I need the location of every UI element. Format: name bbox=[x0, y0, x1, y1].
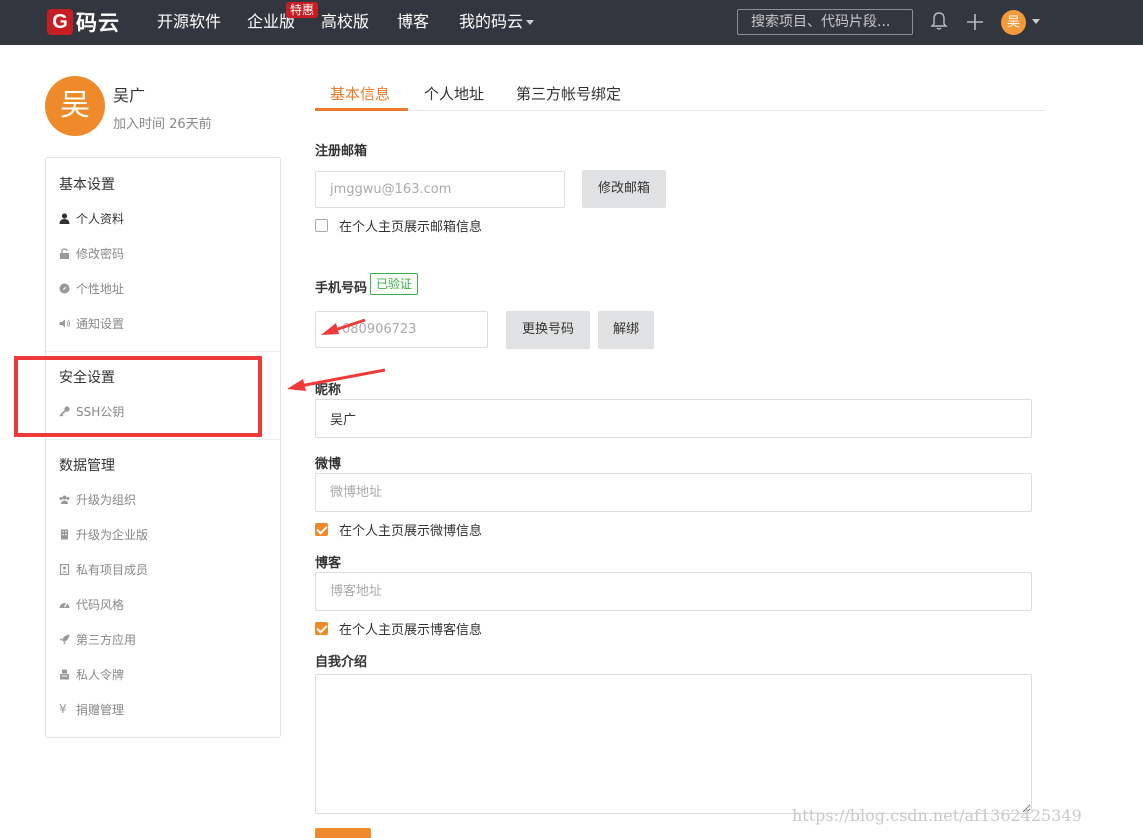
sidebar-item-label: 个性地址 bbox=[76, 281, 125, 296]
id-card-icon bbox=[59, 563, 70, 575]
logo[interactable]: G 码云 bbox=[47, 9, 120, 35]
sidebar-item-upgrade-enterprise[interactable]: 升级为企业版 bbox=[59, 526, 148, 542]
annotation-highlight-box bbox=[14, 356, 262, 437]
sidebar-item-private-members[interactable]: 私有项目成员 bbox=[59, 561, 148, 577]
sidebar-item-label: 通知设置 bbox=[76, 316, 125, 331]
intro-textarea[interactable] bbox=[315, 674, 1032, 814]
sidebar-divider bbox=[46, 439, 280, 440]
nav-open-source[interactable]: 开源软件 bbox=[157, 11, 221, 33]
volume-icon bbox=[59, 319, 70, 327]
tab-third-party-binding[interactable]: 第三方帐号绑定 bbox=[516, 83, 621, 104]
tab-personal-url[interactable]: 个人地址 bbox=[424, 83, 484, 104]
sidebar-item-label: 捐赠管理 bbox=[76, 702, 125, 717]
tab-basic-info[interactable]: 基本信息 bbox=[330, 83, 390, 104]
logo-mark: G bbox=[47, 9, 73, 35]
logo-text: 码云 bbox=[76, 11, 120, 35]
sidebar-item-label: 代码风格 bbox=[76, 597, 125, 612]
nav-my-gitee[interactable]: 我的码云 bbox=[459, 11, 535, 33]
change-phone-button[interactable]: 更换号码 bbox=[506, 311, 590, 349]
email-display-checkbox[interactable] bbox=[315, 219, 328, 232]
rocket-icon bbox=[59, 634, 70, 644]
blog-display-row[interactable]: 在个人主页展示博客信息 bbox=[315, 619, 482, 638]
user-icon bbox=[59, 212, 70, 224]
phone-field[interactable] bbox=[315, 311, 488, 348]
sidebar-item-label: 升级为企业版 bbox=[76, 527, 149, 542]
search-input[interactable] bbox=[737, 9, 913, 35]
intro-label: 自我介绍 bbox=[315, 655, 368, 670]
sidebar-item-third-party-apps[interactable]: 第三方应用 bbox=[59, 631, 136, 647]
weibo-display-row[interactable]: 在个人主页展示微博信息 bbox=[315, 520, 482, 539]
weibo-display-label: 在个人主页展示微博信息 bbox=[339, 524, 483, 539]
sidebar-item-profile[interactable]: 个人资料 bbox=[59, 210, 124, 226]
sidebar-item-private-tokens[interactable]: 私人令牌 bbox=[59, 666, 124, 682]
unlock-icon bbox=[60, 247, 69, 259]
blog-display-label: 在个人主页展示博客信息 bbox=[339, 623, 483, 638]
user-avatar[interactable]: 吴 bbox=[1001, 10, 1026, 35]
email-field[interactable] bbox=[315, 171, 565, 208]
building-icon bbox=[61, 529, 68, 539]
sidebar-divider bbox=[46, 351, 280, 352]
dashboard-icon bbox=[59, 602, 70, 608]
sidebar-item-password[interactable]: 修改密码 bbox=[59, 245, 124, 261]
weibo-input[interactable] bbox=[315, 473, 1032, 512]
sidebar-item-code-style[interactable]: 代码风格 bbox=[59, 596, 124, 612]
sidebar-item-label: 第三方应用 bbox=[76, 632, 137, 647]
save-button[interactable] bbox=[315, 828, 371, 838]
chevron-down-icon[interactable] bbox=[1032, 19, 1040, 24]
nav-university[interactable]: 高校版 bbox=[321, 11, 369, 33]
settings-sidebar: 基本设置 个人资料 修改密码 个性地址 通知设置 安全设置 SSH公钥 数据管理… bbox=[45, 157, 281, 738]
token-icon bbox=[60, 669, 69, 679]
sidebar-item-label: 私人令牌 bbox=[76, 667, 125, 682]
users-icon bbox=[59, 495, 70, 504]
email-label: 注册邮箱 bbox=[315, 144, 368, 159]
yen-icon: ¥ bbox=[59, 701, 67, 716]
bell-icon[interactable] bbox=[930, 11, 948, 31]
profile-avatar: 吴 bbox=[45, 76, 105, 136]
sidebar-item-label: 个人资料 bbox=[76, 211, 125, 226]
sidebar-item-notifications[interactable]: 通知设置 bbox=[59, 315, 124, 331]
promo-badge: 特惠 bbox=[286, 2, 319, 18]
blog-input[interactable] bbox=[315, 572, 1032, 611]
verified-badge: 已验证 bbox=[370, 273, 419, 295]
sidebar-group-data: 数据管理 bbox=[59, 458, 115, 474]
sidebar-item-personal-url[interactable]: 个性地址 bbox=[59, 280, 124, 296]
sidebar-item-label: 升级为组织 bbox=[76, 492, 137, 507]
watermark: https://blog.csdn.net/af1362425349 bbox=[792, 806, 1082, 825]
active-tab-indicator bbox=[315, 108, 408, 111]
settings-tabs: 基本信息 个人地址 第三方帐号绑定 bbox=[315, 75, 1045, 111]
phone-label: 手机号码 bbox=[315, 281, 368, 296]
profile-joined-time: 加入时间 26天前 bbox=[113, 117, 212, 132]
nickname-label: 昵称 bbox=[315, 383, 342, 398]
sidebar-item-upgrade-org[interactable]: 升级为组织 bbox=[59, 491, 136, 507]
unbind-phone-button[interactable]: 解绑 bbox=[598, 311, 654, 349]
change-email-button[interactable]: 修改邮箱 bbox=[582, 170, 666, 208]
sidebar-item-label: 修改密码 bbox=[76, 246, 125, 261]
sidebar-item-donation[interactable]: ¥ 捐赠管理 bbox=[59, 701, 124, 717]
top-navbar: G 码云 开源软件 企业版 特惠 高校版 博客 我的码云 吴 bbox=[0, 0, 1143, 45]
sidebar-group-basic: 基本设置 bbox=[59, 177, 115, 193]
weibo-display-checkbox[interactable] bbox=[315, 523, 328, 536]
nav-blog[interactable]: 博客 bbox=[397, 11, 429, 33]
blog-label: 博客 bbox=[315, 556, 342, 571]
chevron-down-icon bbox=[526, 20, 535, 25]
plus-icon[interactable] bbox=[966, 13, 984, 31]
nickname-input[interactable] bbox=[315, 399, 1032, 438]
weibo-label: 微博 bbox=[315, 457, 342, 472]
email-display-row[interactable]: 在个人主页展示邮箱信息 bbox=[315, 216, 482, 235]
email-display-label: 在个人主页展示邮箱信息 bbox=[339, 220, 483, 235]
blog-display-checkbox[interactable] bbox=[315, 622, 328, 635]
sidebar-item-label: 私有项目成员 bbox=[76, 562, 149, 577]
nav-my-gitee-label: 我的码云 bbox=[459, 12, 524, 31]
compass-icon bbox=[59, 283, 70, 293]
profile-name: 吴广 bbox=[113, 86, 146, 105]
